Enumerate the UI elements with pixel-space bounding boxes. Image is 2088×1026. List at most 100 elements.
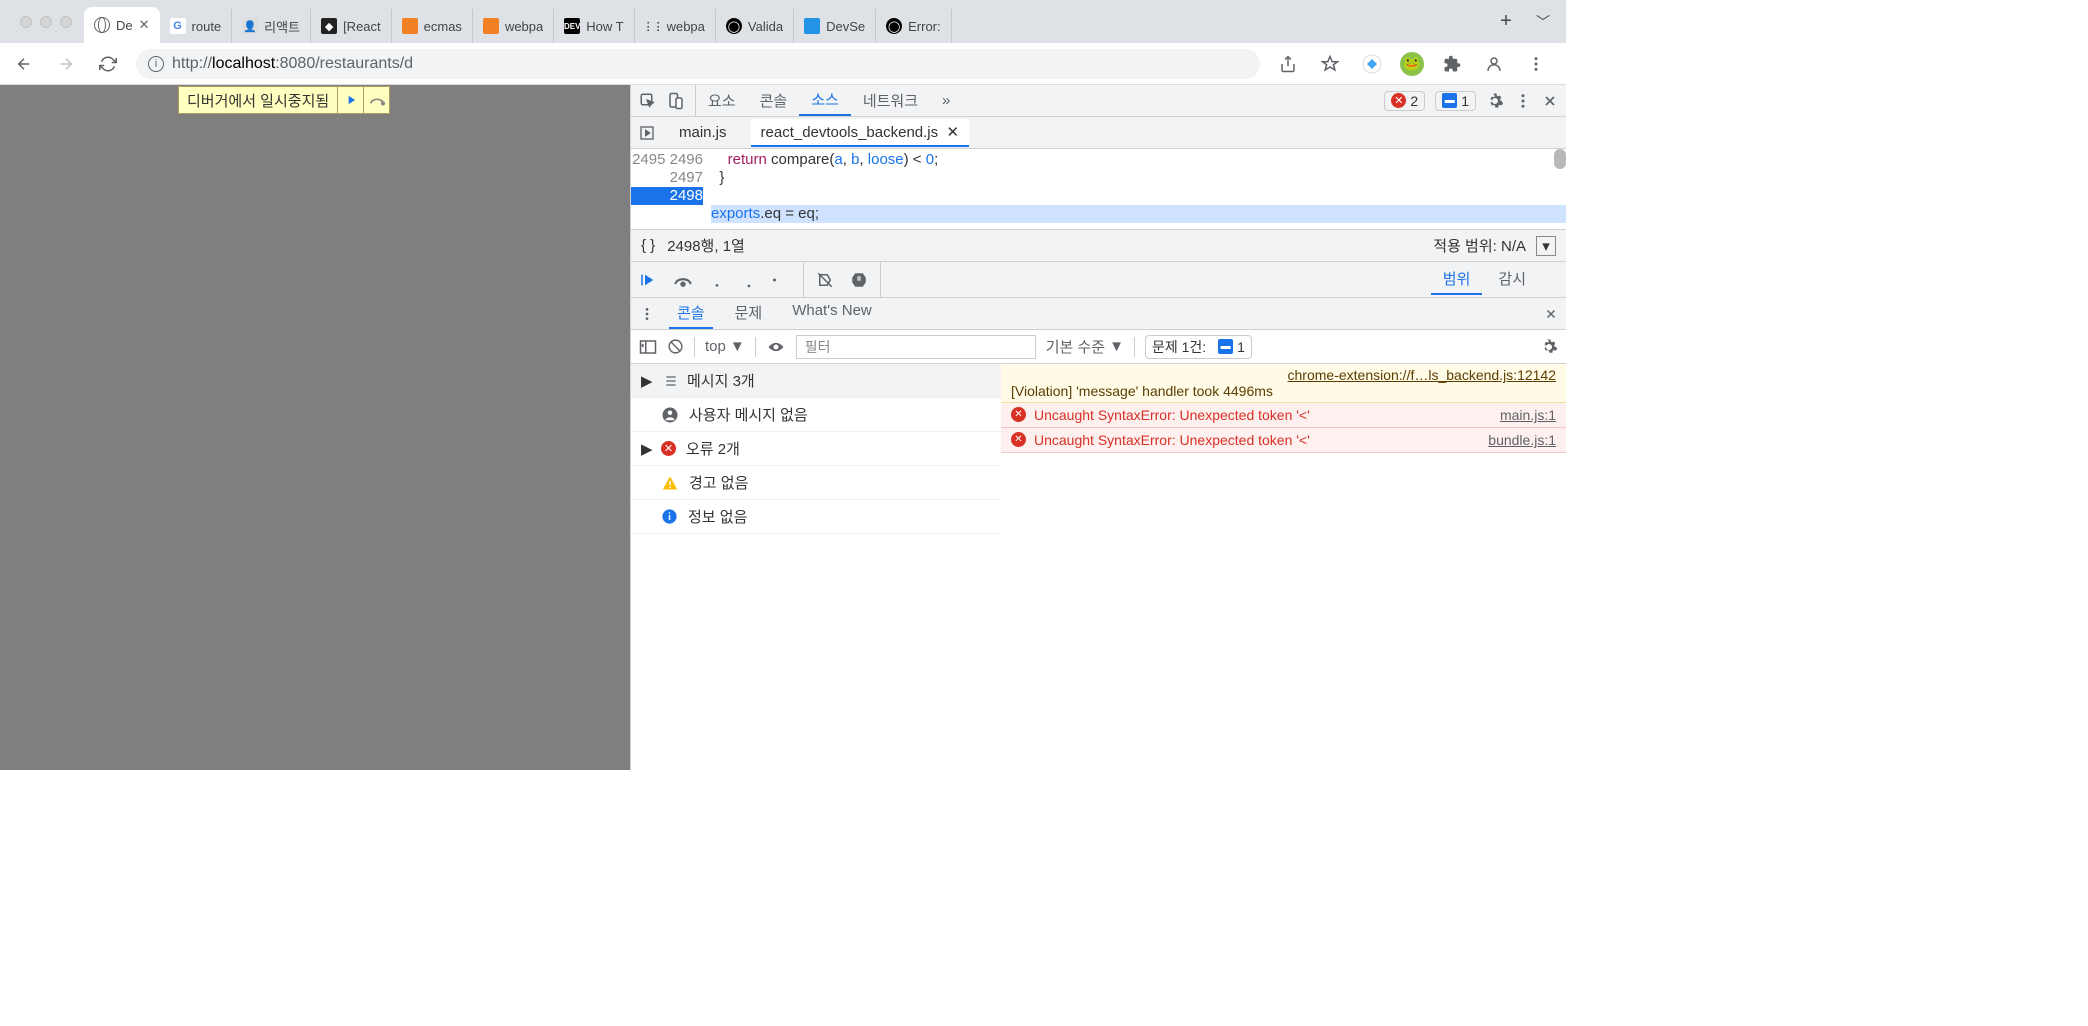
drawer-tabs: 콘솔 문제 What's New <box>631 298 1566 330</box>
coverage-toggle-icon[interactable]: ▾ <box>1536 236 1556 256</box>
run-snippet-icon[interactable] <box>639 125 655 141</box>
browser-tabstrip: De✕Groute👤리액트◆[ReactecmaswebpaDEVHow T⋮⋮… <box>0 0 1566 43</box>
toggle-sidebar-icon[interactable] <box>639 339 657 355</box>
browser-tab[interactable]: ◯Valida <box>716 9 794 43</box>
devtools-menu-icon[interactable] <box>1514 92 1532 110</box>
max-dot[interactable] <box>60 16 72 28</box>
close-dot[interactable] <box>20 16 32 28</box>
console-error[interactable]: ✕Uncaught SyntaxError: Unexpected token … <box>1001 403 1566 428</box>
devtools-tab[interactable]: 네트워크 <box>851 85 930 116</box>
context-selector[interactable]: top ▼ <box>705 338 745 355</box>
devtools-panel: 요소콘솔소스네트워크 » ✕2 ▬1 main.js react_devtool… <box>630 85 1566 770</box>
errors-pill[interactable]: ✕2 <box>1384 91 1425 111</box>
deactivate-breakpoints-icon[interactable] <box>816 271 834 289</box>
account-icon[interactable] <box>1480 50 1508 78</box>
filter-input[interactable]: 필터 <box>796 335 1036 359</box>
browser-toolbar: i http://localhost:8080/restaurants/d 🐸 <box>0 43 1566 85</box>
extension-icon-1[interactable] <box>1358 50 1386 78</box>
code-editor[interactable]: 2495 2496 2497 2498 return compare(a, b,… <box>631 149 1566 229</box>
page-viewport: 디버거에서 일시중지됨 <box>0 85 630 770</box>
scope-tab[interactable]: 범위 <box>1431 264 1483 295</box>
tree-row[interactable]: 정보 없음 <box>631 500 1001 534</box>
window-controls <box>8 16 84 28</box>
more-panels-icon[interactable]: » <box>930 85 962 116</box>
tree-row[interactable]: ▶메시지 3개 <box>631 364 1001 398</box>
clear-console-icon[interactable] <box>667 338 684 355</box>
back-button[interactable] <box>10 50 38 78</box>
message-tree: ▶메시지 3개사용자 메시지 없음▶✕오류 2개경고 없음정보 없음 <box>631 364 1001 770</box>
tabs-overflow-button[interactable]: ﹀ <box>1520 12 1566 32</box>
address-bar[interactable]: i http://localhost:8080/restaurants/d <box>136 49 1260 79</box>
pause-exceptions-icon[interactable] <box>850 271 868 289</box>
drawer-tab[interactable]: 문제 <box>727 298 771 329</box>
site-info-icon[interactable]: i <box>148 56 164 72</box>
tree-row[interactable]: 사용자 메시지 없음 <box>631 398 1001 432</box>
step-out-icon[interactable] <box>741 271 757 289</box>
console-settings-icon[interactable] <box>1540 338 1558 356</box>
source-tab-active[interactable]: react_devtools_backend.js ✕ <box>751 119 970 147</box>
resume-icon[interactable] <box>639 271 657 289</box>
console-error[interactable]: ✕Uncaught SyntaxError: Unexpected token … <box>1001 428 1566 453</box>
live-expression-icon[interactable] <box>766 340 786 354</box>
debugger-badge-text: 디버거에서 일시중지됨 <box>179 90 337 111</box>
extensions-icon[interactable] <box>1438 50 1466 78</box>
source-file-tabs: main.js react_devtools_backend.js ✕ <box>631 117 1566 149</box>
tree-row[interactable]: ▶✕오류 2개 <box>631 432 1001 466</box>
devtools-tab[interactable]: 소스 <box>799 85 851 116</box>
issues-pill[interactable]: ▬1 <box>1435 91 1476 111</box>
browser-tab[interactable]: ⋮⋮webpa <box>635 9 716 43</box>
inspect-element-icon[interactable] <box>639 92 657 110</box>
reload-button[interactable] <box>94 50 122 78</box>
browser-tab[interactable]: ◯Error: <box>876 9 952 43</box>
browser-tab[interactable]: ecmas <box>392 9 473 43</box>
new-tab-button[interactable]: + <box>1492 10 1520 33</box>
source-tab-main[interactable]: main.js <box>669 120 737 145</box>
close-drawer-icon[interactable] <box>1544 307 1558 321</box>
browser-tab[interactable]: 👤리액트 <box>232 9 311 43</box>
log-level-selector[interactable]: 기본 수준 ▼ <box>1046 336 1124 357</box>
drawer-tab[interactable]: What's New <box>784 298 880 329</box>
step-into-icon[interactable] <box>709 271 725 289</box>
drawer-menu-icon[interactable] <box>639 306 655 322</box>
browser-tab[interactable]: DevSe <box>794 9 876 43</box>
devtools-tab[interactable]: 요소 <box>696 85 748 116</box>
debugger-controls: 범위 감시 <box>631 261 1566 297</box>
step-over-button[interactable] <box>363 87 389 113</box>
min-dot[interactable] <box>40 16 52 28</box>
watch-tab[interactable]: 감시 <box>1486 264 1538 295</box>
scrollbar-thumb[interactable] <box>1554 149 1566 169</box>
browser-tab[interactable]: De✕ <box>84 7 160 43</box>
bookmark-icon[interactable] <box>1316 50 1344 78</box>
pretty-print-icon[interactable]: { } <box>641 237 655 254</box>
share-icon[interactable] <box>1274 50 1302 78</box>
cursor-position: 2498행, 1열 <box>667 235 745 256</box>
browser-tab[interactable]: webpa <box>473 9 554 43</box>
forward-button[interactable] <box>52 50 80 78</box>
devtools-panel-tabs: 요소콘솔소스네트워크 <box>696 85 930 116</box>
browser-tab[interactable]: DEVHow T <box>554 9 634 43</box>
settings-icon[interactable] <box>1486 92 1504 110</box>
extension-frog-icon[interactable]: 🐸 <box>1400 52 1424 76</box>
browser-tab[interactable]: Groute <box>160 9 233 43</box>
step-over-icon[interactable] <box>673 272 693 288</box>
tree-row[interactable]: 경고 없음 <box>631 466 1001 500</box>
url-text: http://localhost:8080/restaurants/d <box>172 55 413 73</box>
toolbar-icons: 🐸 <box>1274 50 1556 78</box>
browser-tab[interactable]: ◆[React <box>311 9 392 43</box>
devtools-drawer: 콘솔 문제 What's New top ▼ 필터 기본 수준 ▼ 문제 1건: ▬… <box>631 297 1566 770</box>
close-tab-icon[interactable]: ✕ <box>946 124 959 141</box>
resume-button[interactable] <box>337 87 363 113</box>
console-warning[interactable]: chrome-extension://f…ls_backend.js:12142… <box>1001 364 1566 403</box>
close-tab-icon[interactable]: ✕ <box>139 17 150 33</box>
devtools-tab[interactable]: 콘솔 <box>748 85 800 116</box>
message-list: chrome-extension://f…ls_backend.js:12142… <box>1001 364 1566 770</box>
debugger-paused-badge: 디버거에서 일시중지됨 <box>178 86 390 114</box>
chrome-menu-icon[interactable] <box>1522 50 1550 78</box>
devtools-topbar: 요소콘솔소스네트워크 » ✕2 ▬1 <box>631 85 1566 117</box>
device-toggle-icon[interactable] <box>667 92 685 110</box>
issues-counter[interactable]: 문제 1건: ▬1 <box>1145 335 1252 359</box>
step-icon[interactable] <box>773 272 791 288</box>
drawer-tab[interactable]: 콘솔 <box>669 298 713 329</box>
console-toolbar: top ▼ 필터 기본 수준 ▼ 문제 1건: ▬1 <box>631 330 1566 364</box>
close-devtools-icon[interactable] <box>1542 93 1558 109</box>
